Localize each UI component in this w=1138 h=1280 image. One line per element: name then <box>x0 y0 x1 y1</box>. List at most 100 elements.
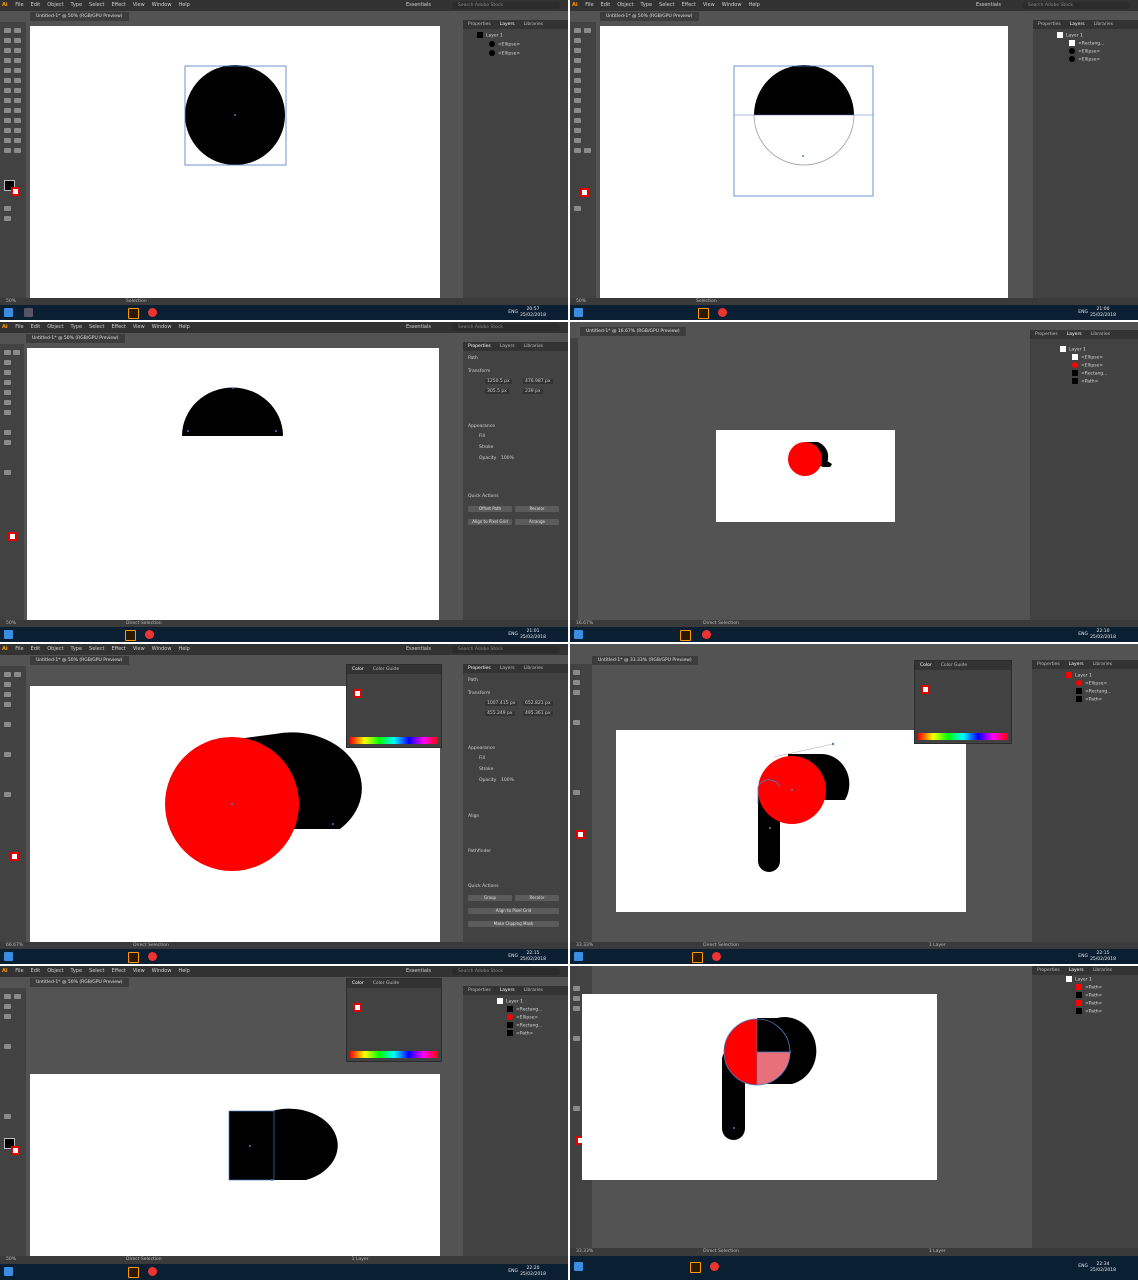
chrome-icon[interactable] <box>710 1262 719 1271</box>
sublayer-row[interactable]: <Ellipse> <box>489 41 520 49</box>
zoom-level[interactable]: 50% <box>576 299 586 304</box>
layer-row[interactable]: Layer 1 <box>1057 32 1083 40</box>
zoom-level[interactable]: 33.33% <box>576 1249 593 1254</box>
layer-row[interactable]: Layer 1 <box>1060 346 1086 354</box>
chrome-icon[interactable] <box>148 1267 157 1276</box>
zoom-level[interactable]: 66.67% <box>6 943 23 948</box>
clock[interactable]: 21:01 25/02/2018 <box>520 629 546 640</box>
tab-layers[interactable]: Layers <box>500 988 515 993</box>
w-field[interactable]: 652.821 px <box>523 701 553 706</box>
w-field[interactable]: 476.987 px <box>523 379 553 384</box>
h-field[interactable]: 495.361 px <box>523 711 553 716</box>
tab-color[interactable]: Color <box>352 981 364 986</box>
sublayer-row[interactable]: <Rectang... <box>507 1006 542 1014</box>
clock[interactable]: 22:15 25/02/2018 <box>520 951 546 962</box>
tab-properties[interactable]: Properties <box>1037 662 1060 667</box>
illustrator-icon[interactable] <box>128 952 139 963</box>
sublayer-row[interactable]: <Path> <box>1076 1000 1102 1008</box>
clock[interactable]: 21:00 25/02/2018 <box>1090 307 1116 318</box>
tab-layers[interactable]: Layers <box>1069 968 1084 973</box>
sublayer-row[interactable]: <Rectang... <box>1069 40 1104 48</box>
windows-icon[interactable] <box>574 630 583 639</box>
tab-properties[interactable]: Properties <box>468 344 491 349</box>
windows-icon[interactable] <box>4 952 13 961</box>
clock[interactable]: 20:57 25/02/2018 <box>520 307 546 318</box>
tab-libraries[interactable]: Libraries <box>1094 22 1113 27</box>
make-clipping-mask-button[interactable]: Make Clipping Mask <box>468 921 559 927</box>
sublayer-row[interactable]: <Path> <box>1072 378 1098 386</box>
x-field[interactable]: 1250.5 px <box>485 379 512 384</box>
tab-color-guide[interactable]: Color Guide <box>373 981 399 986</box>
tab-color-guide[interactable]: Color Guide <box>941 663 967 668</box>
tab-libraries[interactable]: Libraries <box>524 666 543 671</box>
tab-layers[interactable]: Layers <box>1070 22 1085 27</box>
tab-libraries[interactable]: Libraries <box>1091 332 1110 337</box>
windows-icon[interactable] <box>574 308 583 317</box>
clock[interactable]: 22:15 25/02/2018 <box>1090 951 1116 962</box>
windows-icon[interactable] <box>574 952 583 961</box>
tab-libraries[interactable]: Libraries <box>1093 662 1112 667</box>
clock[interactable]: 22:10 25/02/2018 <box>1090 629 1116 640</box>
chrome-icon[interactable] <box>148 952 157 961</box>
tab-layers[interactable]: Layers <box>500 344 515 349</box>
tab-layers[interactable]: Layers <box>500 666 515 671</box>
layer-row[interactable]: Layer 1 <box>1066 976 1092 984</box>
sublayer-row[interactable]: <Rectang... <box>507 1022 542 1030</box>
windows-icon[interactable] <box>574 1262 583 1271</box>
tab-color[interactable]: Color <box>352 667 364 672</box>
clock[interactable]: 22:20 25/02/2018 <box>520 1266 546 1277</box>
stroke-label[interactable]: Stroke <box>479 445 493 450</box>
tab-libraries[interactable]: Libraries <box>524 22 543 27</box>
tab-properties[interactable]: Properties <box>1035 332 1058 337</box>
tab-properties[interactable]: Properties <box>468 666 491 671</box>
sublayer-row[interactable]: <Ellipse> <box>1069 48 1100 56</box>
language-indicator[interactable]: ENG <box>508 1269 518 1274</box>
language-indicator[interactable]: ENG <box>1078 954 1088 959</box>
color-spectrum[interactable] <box>350 1051 438 1058</box>
sublayer-row[interactable]: <Ellipse> <box>1072 354 1103 362</box>
sublayer-row[interactable]: <Ellipse> <box>1076 680 1107 688</box>
h-field[interactable]: 239 px <box>523 389 543 394</box>
tab-properties[interactable]: Properties <box>1038 22 1061 27</box>
illustrator-icon[interactable] <box>692 952 703 963</box>
y-field[interactable]: 455.249 px <box>485 711 515 716</box>
tab-color[interactable]: Color <box>920 663 932 668</box>
illustrator-icon[interactable] <box>690 1262 701 1273</box>
layer-row[interactable]: Layer 1 <box>477 32 503 40</box>
tab-libraries[interactable]: Libraries <box>524 988 543 993</box>
color-spectrum[interactable] <box>918 733 1008 740</box>
sublayer-row[interactable]: <Ellipse> <box>489 50 520 58</box>
stroke-label[interactable]: Stroke <box>479 767 493 772</box>
language-indicator[interactable]: ENG <box>508 310 518 315</box>
sublayer-row[interactable]: <Path> <box>1076 696 1102 704</box>
tab-layers[interactable]: Layers <box>1069 662 1084 667</box>
color-panel-stroke-swatch[interactable] <box>353 1003 362 1012</box>
opacity-value[interactable]: 100% <box>501 456 514 461</box>
language-indicator[interactable]: ENG <box>508 632 518 637</box>
tab-libraries[interactable]: Libraries <box>524 344 543 349</box>
zoom-level[interactable]: 33.33% <box>576 943 593 948</box>
illustrator-icon[interactable] <box>680 630 691 641</box>
recolor-button[interactable]: Recolor <box>515 895 559 901</box>
illustrator-icon[interactable] <box>128 308 139 319</box>
sublayer-row[interactable]: <Ellipse> <box>507 1014 538 1022</box>
language-indicator[interactable]: ENG <box>1078 310 1088 315</box>
search-icon[interactable] <box>24 308 33 317</box>
tab-layers[interactable]: Layers <box>1067 332 1082 337</box>
sublayer-row[interactable]: <Ellipse> <box>1072 362 1103 370</box>
tab-color-guide[interactable]: Color Guide <box>373 667 399 672</box>
tab-properties[interactable]: Properties <box>1037 968 1060 973</box>
windows-icon[interactable] <box>4 630 13 639</box>
illustrator-icon[interactable] <box>698 308 709 319</box>
opacity-value[interactable]: 100% <box>501 778 514 783</box>
sublayer-row[interactable]: <Ellipse> <box>1069 56 1100 64</box>
illustrator-icon[interactable] <box>125 630 136 641</box>
sublayer-row[interactable]: <Path> <box>507 1030 533 1038</box>
zoom-level[interactable]: 50% <box>6 299 16 304</box>
chrome-icon[interactable] <box>702 630 711 639</box>
tab-properties[interactable]: Properties <box>468 988 491 993</box>
language-indicator[interactable]: ENG <box>1078 1264 1088 1269</box>
tab-libraries[interactable]: Libraries <box>1093 968 1112 973</box>
layer-row[interactable]: Layer 1 <box>1066 672 1092 680</box>
chrome-icon[interactable] <box>148 308 157 317</box>
